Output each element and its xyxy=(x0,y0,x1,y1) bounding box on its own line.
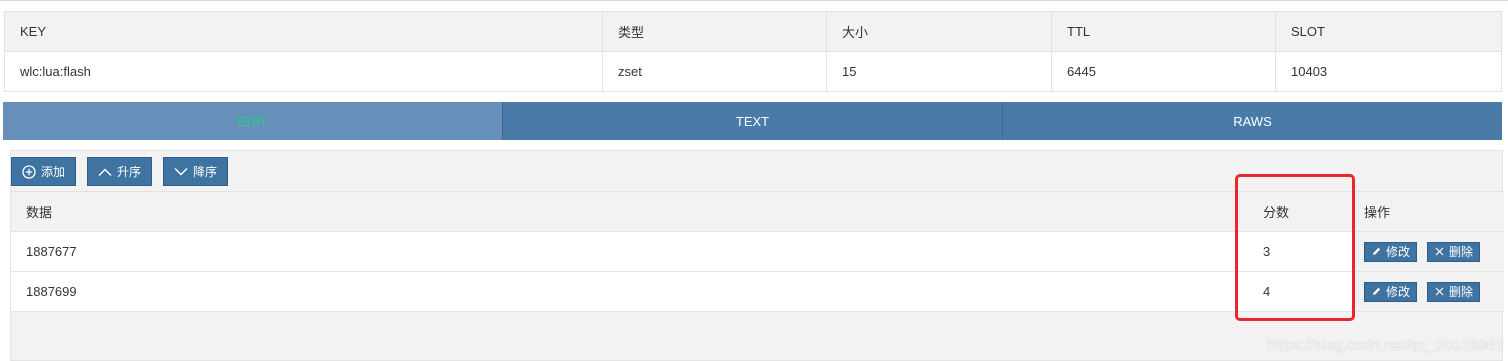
delete-button-label: 删除 xyxy=(1449,285,1474,299)
table-row: 1887699 4 修改 删除 xyxy=(11,271,1504,312)
delete-button-label: 删除 xyxy=(1449,245,1474,259)
row-ops: 修改 删除 xyxy=(1354,271,1504,312)
zset-header-row: 数据 分数 操作 xyxy=(11,191,1504,232)
row-ops: 修改 删除 xyxy=(1354,231,1504,272)
chevron-up-icon xyxy=(98,168,112,176)
size-value: 15 xyxy=(826,51,1052,92)
header-slot: SLOT xyxy=(1275,11,1502,52)
sort-desc-label: 降序 xyxy=(193,165,218,179)
zset-table: 数据 分数 操作 1887677 3 修改 删除 1887699 4 修改 删除 xyxy=(11,191,1504,312)
edit-button-label: 修改 xyxy=(1386,285,1411,299)
edit-button[interactable]: 修改 xyxy=(1364,281,1418,302)
slot-value: 10403 xyxy=(1275,51,1502,92)
header-data: 数据 xyxy=(11,191,1248,232)
sort-asc-label: 升序 xyxy=(117,165,142,179)
plus-circle-icon xyxy=(22,164,36,179)
type-value: zset xyxy=(602,51,827,92)
delete-button[interactable]: 删除 xyxy=(1427,281,1481,302)
tab-text[interactable]: TEXT xyxy=(503,102,1003,140)
chevron-down-icon xyxy=(174,167,188,175)
tab-edit[interactable]: EDIT xyxy=(3,102,503,140)
add-button[interactable]: 添加 xyxy=(11,157,77,186)
view-tabs: EDIT TEXT RAWS xyxy=(3,102,1502,140)
row-score: 4 xyxy=(1248,271,1354,312)
close-icon xyxy=(1435,247,1444,256)
table-row: 1887677 3 修改 删除 xyxy=(11,231,1504,272)
delete-button[interactable]: 删除 xyxy=(1427,241,1481,262)
row-data: 1887699 xyxy=(11,271,1248,312)
header-ops: 操作 xyxy=(1354,191,1504,232)
close-icon xyxy=(1435,287,1444,296)
key-value: wlc:lua:flash xyxy=(4,51,603,92)
row-data: 1887677 xyxy=(11,231,1248,272)
header-score: 分数 xyxy=(1248,191,1354,232)
header-key: KEY xyxy=(4,11,603,52)
pencil-icon xyxy=(1373,287,1381,295)
add-button-label: 添加 xyxy=(41,165,66,179)
key-info-header-row: KEY 类型 大小 TTL SLOT xyxy=(4,11,1502,52)
top-divider xyxy=(0,0,1508,1)
edit-panel: 添加 升序 降序 数据 分数 操作 1887677 3 修改 删除 188769… xyxy=(10,150,1504,361)
pencil-icon xyxy=(1373,247,1381,255)
header-type: 类型 xyxy=(602,11,827,52)
edit-button[interactable]: 修改 xyxy=(1364,241,1418,262)
ttl-value: 6445 xyxy=(1051,51,1276,92)
edit-button-label: 修改 xyxy=(1386,245,1411,259)
sort-desc-button[interactable]: 降序 xyxy=(163,157,229,186)
row-score: 3 xyxy=(1248,231,1354,272)
toolbar: 添加 升序 降序 xyxy=(11,157,229,187)
tab-raws[interactable]: RAWS xyxy=(1003,102,1502,140)
watermark: https://blog.csdn.net/qq_20128967 xyxy=(1267,337,1504,354)
header-ttl: TTL xyxy=(1051,11,1276,52)
key-info-row: wlc:lua:flash zset 15 6445 10403 xyxy=(4,51,1502,92)
sort-asc-button[interactable]: 升序 xyxy=(87,157,153,186)
key-info-table: KEY 类型 大小 TTL SLOT wlc:lua:flash zset 15… xyxy=(4,11,1502,92)
header-size: 大小 xyxy=(826,11,1052,52)
